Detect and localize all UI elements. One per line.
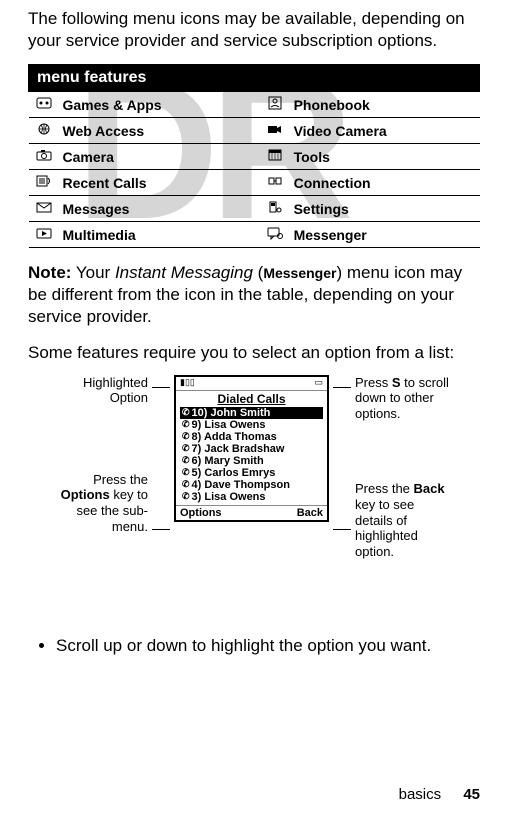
item-text: 3) Lisa Owens: [192, 491, 266, 503]
signal-icon: ▮▯▯: [180, 377, 195, 390]
list-item[interactable]: ✆4) Dave Thompson: [180, 479, 323, 491]
list-item[interactable]: ✆5) Carlos Emrys: [180, 467, 323, 479]
item-text: 7) Jack Bradshaw: [192, 443, 285, 455]
feature-multimedia: Multimedia: [63, 227, 136, 243]
phone-list: ✆10) John Smith ✆9) Lisa Owens ✆8) Adda …: [176, 407, 327, 505]
back-key-bold: Back: [414, 481, 445, 496]
instant-messaging-text: Instant Messaging: [115, 263, 253, 282]
note-pre: Your: [71, 263, 115, 282]
feature-messenger: Messenger: [294, 227, 367, 243]
feature-web-access: Web Access: [63, 123, 145, 139]
item-text: 9) Lisa Owens: [192, 419, 266, 431]
feature-phonebook: Phonebook: [294, 97, 370, 113]
feature-messages: Messages: [63, 201, 130, 217]
video-camera-icon: [266, 122, 284, 136]
games-apps-icon: [35, 96, 53, 110]
note-paragraph: Note: Your Instant Messaging (Messenger)…: [28, 262, 480, 328]
feature-games-apps: Games & Apps: [63, 97, 162, 113]
camera-icon: [35, 148, 53, 162]
some-features-text: Some features require you to select an o…: [28, 342, 480, 364]
call-icon: ✆: [182, 419, 190, 430]
list-item[interactable]: ✆6) Mary Smith: [180, 455, 323, 467]
list-item[interactable]: ✆9) Lisa Owens: [180, 419, 323, 431]
call-icon: ✆: [182, 491, 190, 502]
back-key-post: key to see details of highlighted option…: [355, 497, 418, 559]
label-scroll: Press S to scroll down to other options.: [355, 375, 455, 422]
label-back-key: Press the Back key to see details of hig…: [355, 481, 455, 559]
page-footer: basics 45: [399, 786, 480, 803]
phonebook-icon: [266, 96, 284, 110]
scroll-pre: Press: [355, 375, 392, 390]
phone-title: Dialed Calls: [176, 391, 327, 407]
right-softkey[interactable]: Back: [297, 507, 323, 519]
call-icon: ✆: [182, 467, 190, 478]
section-name: basics: [399, 786, 442, 803]
intro-text: The following menu icons may be availabl…: [28, 8, 480, 52]
label-options-key: Press the Options key to see the sub-men…: [53, 472, 148, 534]
messages-icon: [35, 200, 53, 214]
list-item[interactable]: ✆3) Lisa Owens: [180, 491, 323, 503]
feature-video-camera: Video Camera: [294, 123, 387, 139]
call-icon: ✆: [182, 443, 190, 454]
messenger-text: Messenger: [263, 265, 336, 281]
menu-features-table: menu features Games & Apps Phonebook Web…: [28, 64, 480, 248]
table-header: menu features: [29, 65, 480, 92]
back-key-pre: Press the: [355, 481, 414, 496]
call-icon: ✆: [182, 407, 190, 418]
feature-connection: Connection: [294, 175, 371, 191]
list-item[interactable]: ✆8) Adda Thomas: [180, 431, 323, 443]
list-item[interactable]: ✆10) John Smith: [180, 407, 323, 419]
item-text: 6) Mary Smith: [192, 455, 264, 467]
page-number: 45: [463, 786, 480, 803]
list-item[interactable]: ✆7) Jack Bradshaw: [180, 443, 323, 455]
call-icon: ✆: [182, 455, 190, 466]
messenger-icon: [266, 226, 284, 240]
call-icon: ✆: [182, 479, 190, 490]
call-icon: ✆: [182, 431, 190, 442]
bullet-list: Scroll up or down to highlight the optio…: [56, 635, 480, 657]
settings-icon: [266, 200, 284, 214]
bullet-item: Scroll up or down to highlight the optio…: [56, 635, 480, 657]
tools-icon: [266, 148, 284, 162]
connection-icon: [266, 174, 284, 188]
feature-recent-calls: Recent Calls: [63, 175, 147, 191]
note-mid1: (: [253, 263, 263, 282]
web-access-icon: [35, 122, 53, 136]
multimedia-icon: [35, 226, 53, 240]
item-text: 8) Adda Thomas: [192, 431, 277, 443]
recent-calls-icon: [35, 174, 53, 188]
feature-camera: Camera: [63, 149, 114, 165]
note-word: Note:: [28, 263, 71, 282]
item-text: 10) John Smith: [192, 407, 271, 419]
feature-tools: Tools: [294, 149, 330, 165]
phone-screen: ▮▯▯▭ Dialed Calls ✆10) John Smith ✆9) Li…: [174, 375, 329, 522]
item-text: 5) Carlos Emrys: [192, 467, 276, 479]
left-softkey[interactable]: Options: [180, 507, 222, 519]
scroll-sym: S: [392, 375, 401, 390]
phone-diagram: Highlighted Option Press the Options key…: [28, 375, 480, 620]
battery-icon: ▭: [314, 377, 323, 390]
options-key-pre: Press the: [93, 472, 148, 487]
phone-status-bar: ▮▯▯ ▭: [176, 377, 327, 391]
item-text: 4) Dave Thompson: [192, 479, 290, 491]
label-highlighted-option: Highlighted Option: [53, 375, 148, 406]
feature-settings: Settings: [294, 201, 349, 217]
options-key-bold: Options: [61, 487, 110, 502]
